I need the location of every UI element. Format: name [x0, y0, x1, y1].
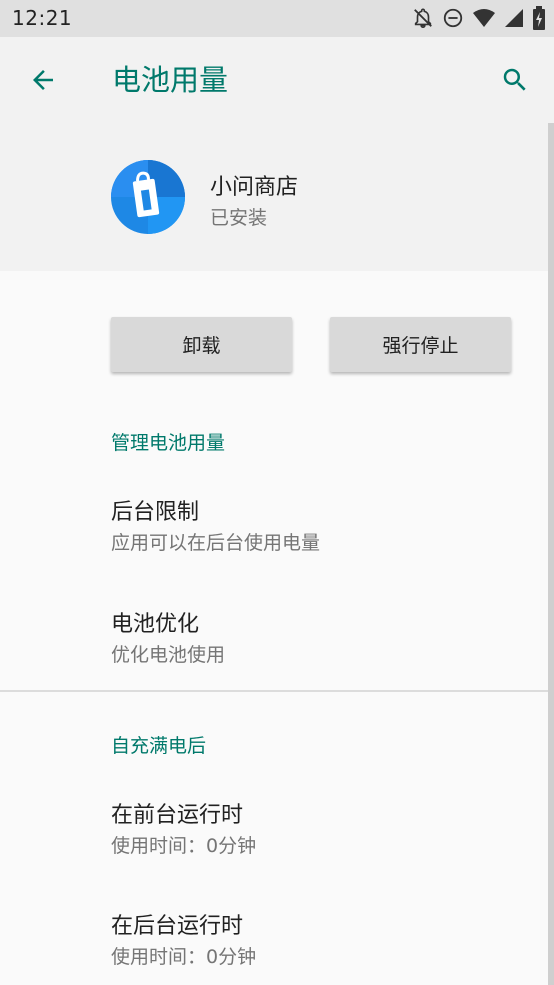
app-header: 小问商店 已安装: [0, 123, 554, 271]
scrollbar[interactable]: [548, 123, 554, 985]
cell-signal-icon: [504, 8, 524, 28]
notifications-off-icon: [412, 7, 434, 29]
page-title: 电池用量: [112, 63, 229, 97]
pref-title: 后台限制: [111, 500, 200, 525]
force-stop-button[interactable]: 强行停止: [330, 317, 511, 372]
search-button[interactable]: [492, 57, 538, 103]
app-install-status: 已安装: [210, 207, 268, 229]
pref-background-usage[interactable]: 在后台运行时 使用时间：0分钟: [0, 908, 548, 978]
pref-battery-optimization[interactable]: 电池优化 优化电池使用: [0, 606, 548, 676]
screen: 12:21 电池用量 小问商店 已安装 卸载 强行停止 管理电池用量 后台限制 …: [0, 0, 554, 985]
section-divider: [0, 690, 548, 692]
pref-title: 在前台运行时: [111, 803, 244, 828]
wifi-icon: [472, 7, 496, 29]
battery-charging-icon: [532, 6, 546, 30]
pref-summary: 使用时间：0分钟: [111, 835, 257, 857]
settings-content: 卸载 强行停止 管理电池用量 后台限制 应用可以在后台使用电量 电池优化 优化电…: [0, 271, 548, 985]
pref-title: 电池优化: [111, 612, 200, 637]
section-header-since-full-charge: 自充满电后: [111, 735, 207, 757]
status-time: 12:21: [12, 6, 73, 30]
search-icon: [503, 68, 526, 91]
shopping-bag-icon: [111, 160, 185, 234]
section-header-manage-battery: 管理电池用量: [111, 432, 226, 454]
app-name: 小问商店: [210, 175, 299, 200]
pref-title: 在后台运行时: [111, 914, 244, 939]
uninstall-button[interactable]: 卸载: [111, 317, 292, 372]
status-bar: 12:21: [0, 0, 554, 37]
do-not-disturb-icon: [442, 7, 464, 29]
pref-background-restriction[interactable]: 后台限制 应用可以在后台使用电量: [0, 494, 548, 564]
pref-summary: 应用可以在后台使用电量: [111, 532, 321, 554]
app-bar: 电池用量: [0, 37, 554, 123]
pref-foreground-usage[interactable]: 在前台运行时 使用时间：0分钟: [0, 797, 548, 867]
pref-summary: 优化电池使用: [111, 644, 226, 666]
pref-summary: 使用时间：0分钟: [111, 946, 257, 968]
arrow-back-icon: [33, 70, 53, 90]
back-button[interactable]: [20, 57, 66, 103]
status-icons: [412, 6, 546, 30]
